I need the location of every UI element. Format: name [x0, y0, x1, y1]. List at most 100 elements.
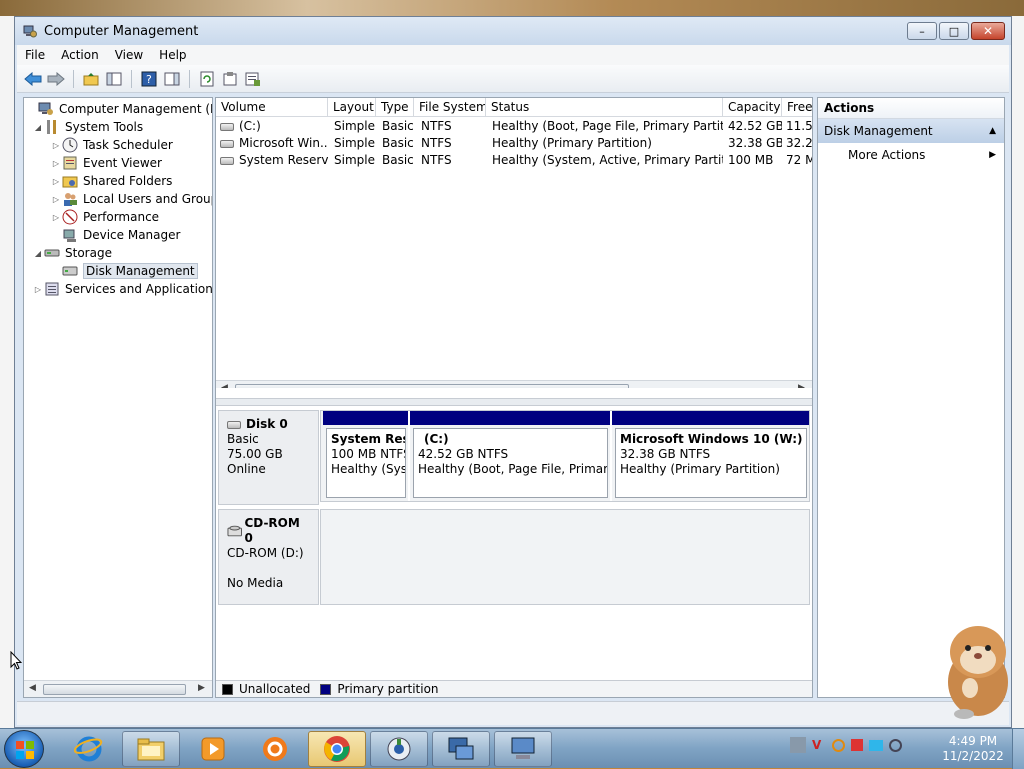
maximize-button[interactable]: □ — [939, 22, 969, 40]
taskbar-remote-desktop[interactable] — [432, 731, 490, 767]
taskbar-file-explorer[interactable] — [122, 731, 180, 767]
taskbar-clock[interactable]: 4:49 PM 11/2/2022 — [940, 734, 1006, 764]
volume-list-horizontal-scrollbar[interactable]: ◀ ▶ — [216, 380, 812, 388]
taskbar-chrome[interactable] — [308, 731, 366, 767]
tree-item-system-tools[interactable]: ◢ System Tools — [32, 118, 143, 136]
up-level-button[interactable] — [81, 69, 101, 89]
column-status[interactable]: Status — [486, 98, 723, 117]
tree-item-disk-management[interactable]: Disk Management — [50, 262, 198, 280]
tray-flag-icon[interactable] — [851, 739, 863, 751]
primary-partition-swatch — [320, 683, 332, 695]
minimize-button[interactable]: – — [907, 22, 937, 40]
back-arrow-icon — [24, 71, 42, 86]
column-type[interactable]: Type — [376, 98, 414, 117]
tray-network-icon[interactable] — [790, 737, 806, 753]
column-layout[interactable]: Layout — [328, 98, 376, 117]
volume-list-header: Volume Layout Type File System Status Ca… — [216, 98, 812, 117]
refresh-button[interactable] — [197, 69, 217, 89]
tree-item-storage[interactable]: ◢ Storage — [32, 244, 112, 262]
table-row[interactable]: System Reserved Simple Basic NTFS Health… — [216, 152, 812, 169]
tree-horizontal-scrollbar[interactable]: ◀ ▶ — [24, 680, 212, 697]
taskbar-internet-explorer[interactable] — [60, 731, 118, 767]
minimize-icon: – — [919, 24, 925, 38]
partition-w[interactable]: Microsoft Windows 10 (W:) 32.38 GB NTFS … — [612, 411, 809, 501]
users-icon — [64, 193, 77, 206]
scroll-thumb[interactable] — [235, 384, 629, 388]
start-button[interactable] — [4, 730, 44, 768]
partition-name: Microsoft Windows 10 (W:) — [620, 432, 803, 446]
legend-unallocated: Unallocated — [239, 682, 311, 696]
taskbar-uc-browser[interactable] — [246, 731, 304, 767]
show-hide-console-tree-button[interactable] — [104, 69, 124, 89]
tree-item-shared-folders[interactable]: ▷ Shared Folders — [50, 172, 172, 190]
scroll-right-icon[interactable]: ▶ — [198, 683, 205, 693]
cdrom-name: CD-ROM 0 — [227, 516, 310, 546]
tree-item-label: Event Viewer — [83, 156, 162, 170]
tree-item-label: Task Scheduler — [83, 138, 173, 152]
column-capacity[interactable]: Capacity — [723, 98, 782, 117]
collapsed-arrow-icon[interactable]: ▷ — [50, 159, 62, 168]
menu-view[interactable]: View — [107, 45, 151, 65]
action-more-actions[interactable]: More Actions ▶ — [818, 143, 1004, 167]
tree-item-task-scheduler[interactable]: ▷ Task Scheduler — [50, 136, 173, 154]
tray-volume-icon[interactable] — [889, 738, 902, 752]
partition-size: 100 MB NTFS — [331, 447, 406, 461]
collapsed-arrow-icon[interactable]: ▷ — [50, 213, 62, 222]
cdrom-0-type: CD-ROM (D:) — [227, 546, 304, 560]
scroll-right-icon[interactable]: ▶ — [798, 383, 805, 388]
tray-display-icon[interactable] — [869, 739, 883, 751]
forward-button[interactable] — [46, 69, 66, 89]
actions-section-disk-management[interactable]: Disk Management ▲ — [818, 119, 1004, 143]
title-bar[interactable]: Computer Management – □ ✕ — [15, 17, 1011, 45]
cdrom-0-label[interactable]: CD-ROM 0 CD-ROM (D:) No Media — [218, 509, 319, 605]
disk-0-label[interactable]: Disk 0 Basic 75.00 GB Online — [218, 410, 319, 505]
tray-antivirus-icon[interactable]: V — [812, 737, 826, 753]
column-volume[interactable]: Volume — [216, 98, 328, 117]
tree-item-device-manager[interactable]: Device Manager — [50, 226, 180, 244]
disk-0-type: Basic — [227, 432, 259, 446]
collapsed-arrow-icon[interactable]: ▷ — [50, 195, 62, 204]
expanded-arrow-icon[interactable]: ◢ — [32, 249, 44, 258]
tray-search-icon[interactable] — [832, 738, 845, 752]
close-button[interactable]: ✕ — [971, 22, 1005, 40]
file-explorer-icon — [137, 738, 165, 761]
tree-item-services-and-applications[interactable]: ▷ Services and Applications — [32, 280, 212, 298]
column-file-system[interactable]: File System — [414, 98, 486, 117]
pane-splitter[interactable] — [216, 398, 812, 406]
tree-item-local-users-and-groups[interactable]: ▷ Local Users and Groups — [50, 190, 212, 208]
expanded-arrow-icon[interactable]: ◢ — [32, 123, 44, 132]
table-row[interactable]: (C:) Simple Basic NTFS Healthy (Boot, Pa… — [216, 118, 812, 135]
collapsed-arrow-icon[interactable]: ▷ — [50, 177, 62, 186]
scroll-left-icon[interactable]: ◀ — [221, 383, 228, 388]
action-pane-icon — [164, 72, 180, 85]
show-hide-action-pane-button[interactable] — [162, 69, 182, 89]
collapsed-arrow-icon[interactable]: ▷ — [50, 141, 62, 150]
tree-item-label: Device Manager — [83, 228, 181, 242]
export-list-icon — [245, 72, 260, 86]
taskbar-windows-media-center[interactable] — [370, 731, 428, 767]
partition-system-reserved[interactable]: System Rese 100 MB NTFS Healthy (Syste — [323, 411, 410, 501]
collapse-up-icon[interactable]: ▲ — [989, 119, 996, 143]
menu-help[interactable]: Help — [151, 45, 194, 65]
column-free[interactable]: Free — [782, 98, 812, 117]
scroll-left-icon[interactable]: ◀ — [29, 683, 36, 693]
unallocated-swatch — [222, 683, 233, 695]
tree-item-performance[interactable]: ▷ Performance — [50, 208, 159, 226]
table-row[interactable]: Microsoft Win... Simple Basic NTFS Healt… — [216, 135, 812, 152]
help-button[interactable]: ? — [139, 69, 159, 89]
tree-item-label: Computer Management (Local — [59, 102, 212, 116]
export-list-button[interactable] — [243, 69, 263, 89]
back-button[interactable] — [23, 69, 43, 89]
taskbar-computer-management[interactable] — [494, 731, 552, 767]
tree-item-computer-management[interactable]: Computer Management (Local — [26, 100, 212, 118]
properties-button[interactable] — [220, 69, 240, 89]
scroll-thumb[interactable] — [43, 684, 186, 695]
tree-item-event-viewer[interactable]: ▷ Event Viewer — [50, 154, 162, 172]
menu-file[interactable]: File — [17, 45, 53, 65]
taskbar-media-player[interactable] — [184, 731, 242, 767]
layout-cell: Simple — [334, 136, 375, 150]
partition-c[interactable]: (C:) 42.52 GB NTFS Healthy (Boot, Page F… — [410, 411, 612, 501]
show-desktop-button[interactable] — [1012, 729, 1024, 769]
collapsed-arrow-icon[interactable]: ▷ — [32, 285, 44, 294]
menu-action[interactable]: Action — [53, 45, 107, 65]
